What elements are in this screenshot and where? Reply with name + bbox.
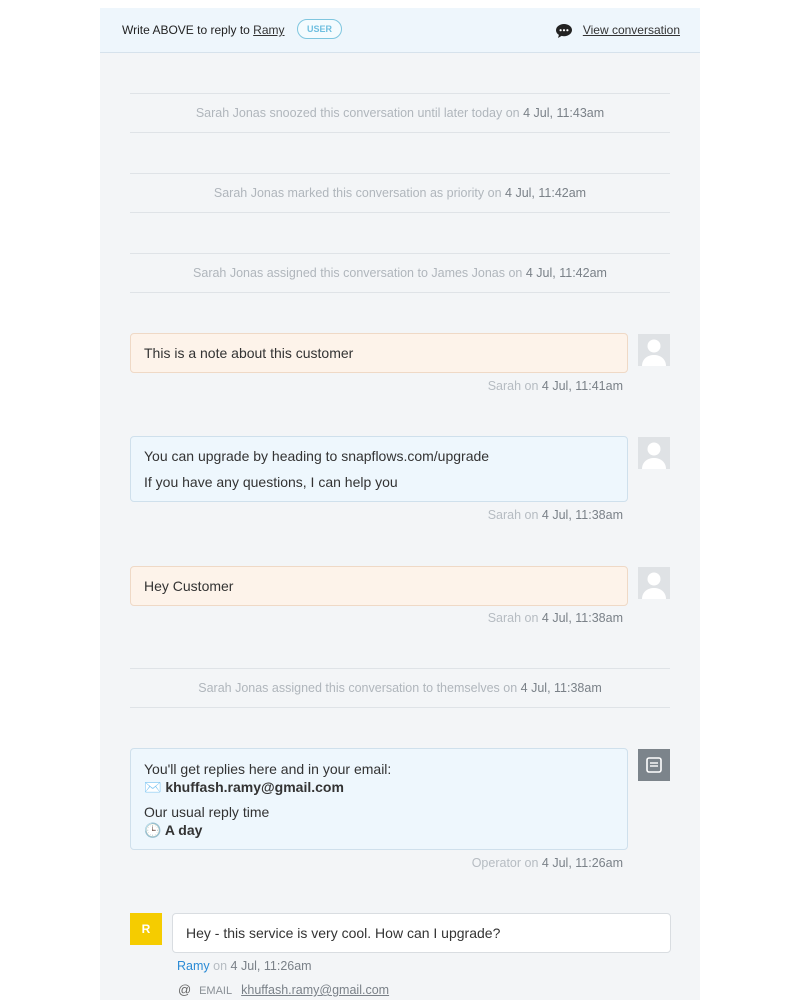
message-meta: Sarah on 4 Jul, 11:38am [488, 508, 623, 522]
reply-hint: Write ABOVE to reply to Ramy [122, 23, 285, 37]
meta-on: on [524, 508, 539, 522]
meta-on: on [524, 856, 539, 870]
envelope-icon: ✉️ [144, 779, 162, 795]
message-author: Sarah [487, 508, 522, 522]
message-author: Operator [471, 856, 522, 870]
note-bubble: This is a note about this customer [130, 333, 628, 373]
user-badge: USER [297, 19, 343, 39]
meta-on: on [524, 611, 539, 625]
message-author: Sarah [487, 611, 522, 625]
operator-bot-icon [646, 757, 662, 773]
message-author[interactable]: Ramy [177, 959, 210, 973]
message-text: Hey Customer [144, 578, 234, 594]
reply-time: A day [164, 822, 203, 838]
avatar [638, 334, 670, 366]
event-time: 4 Jul, 11:38am [520, 681, 602, 695]
operator-avatar [638, 749, 670, 781]
message-time: 4 Jul, 11:26am [230, 959, 312, 973]
customer-email-link[interactable]: khuffash.ramy@gmail.com [241, 983, 389, 997]
message-text: If you have any questions, I can help yo… [144, 474, 398, 490]
conversation-panel: Write ABOVE to reply to Ramy USER View c… [100, 8, 700, 1000]
event-text: Sarah Jonas assigned this conversation t… [198, 681, 518, 695]
reply-user-link[interactable]: Ramy [253, 23, 284, 37]
message-bubble: You can upgrade by heading to snapflows.… [130, 436, 628, 502]
message-time: 4 Jul, 11:26am [541, 856, 623, 870]
event-assigned-self: Sarah Jonas assigned this conversation t… [130, 668, 670, 708]
event-snoozed: Sarah Jonas snoozed this conversation un… [130, 93, 670, 133]
operator-bubble: You'll get replies here and in your emai… [130, 748, 628, 850]
event-text: Sarah Jonas assigned this conversation t… [193, 266, 523, 280]
message-time: 4 Jul, 11:41am [541, 379, 623, 393]
at-sign-icon: @ [178, 982, 192, 997]
event-text: Sarah Jonas marked this conversation as … [213, 186, 502, 200]
customer-meta: Ramy on 4 Jul, 11:26am [177, 959, 312, 973]
message-text: Hey - this service is very cool. How can… [186, 925, 501, 941]
customer-avatar: R [130, 913, 162, 945]
meta-on: on [213, 959, 228, 973]
email-label: EMAIL [199, 985, 233, 997]
avatar [638, 567, 670, 599]
event-time: 4 Jul, 11:42am [505, 186, 587, 200]
message-time: 4 Jul, 11:38am [541, 611, 623, 625]
view-conversation-link[interactable]: View conversation [583, 23, 680, 37]
meta-on: on [524, 379, 539, 393]
message-text: This is a note about this customer [144, 345, 354, 361]
event-text: Sarah Jonas snoozed this conversation un… [195, 106, 520, 120]
operator-text: Our usual reply time [144, 804, 270, 820]
event-time: 4 Jul, 11:42am [525, 266, 607, 280]
message-meta: Operator on 4 Jul, 11:26am [472, 856, 623, 870]
operator-reply-time-line: 🕒 A day [144, 822, 614, 839]
customer-email-row: @ EMAIL khuffash.ramy@gmail.com [178, 982, 389, 997]
reply-banner: Write ABOVE to reply to Ramy USER View c… [100, 8, 700, 53]
user-silhouette-icon [642, 442, 666, 469]
event-assigned: Sarah Jonas assigned this conversation t… [130, 253, 670, 293]
user-silhouette-icon [642, 572, 666, 599]
message-meta: Sarah on 4 Jul, 11:41am [488, 379, 623, 393]
chat-bubble-icon [556, 24, 572, 38]
event-priority: Sarah Jonas marked this conversation as … [130, 173, 670, 213]
reply-prefix: Write ABOVE to reply to [122, 23, 250, 37]
customer-bubble: Hey - this service is very cool. How can… [172, 913, 671, 953]
user-silhouette-icon [642, 339, 666, 366]
message-author: Sarah [487, 379, 522, 393]
message-meta: Sarah on 4 Jul, 11:38am [488, 611, 623, 625]
message-time: 4 Jul, 11:38am [541, 508, 623, 522]
clock-icon: 🕒 [144, 822, 162, 838]
message-text: You can upgrade by heading to snapflows.… [144, 448, 490, 464]
event-time: 4 Jul, 11:43am [523, 106, 605, 120]
note-bubble: Hey Customer [130, 566, 628, 606]
operator-email-line: ✉️ khuffash.ramy@gmail.com [144, 779, 614, 796]
avatar [638, 437, 670, 469]
operator-email: khuffash.ramy@gmail.com [165, 779, 344, 795]
operator-text: You'll get replies here and in your emai… [144, 761, 392, 777]
